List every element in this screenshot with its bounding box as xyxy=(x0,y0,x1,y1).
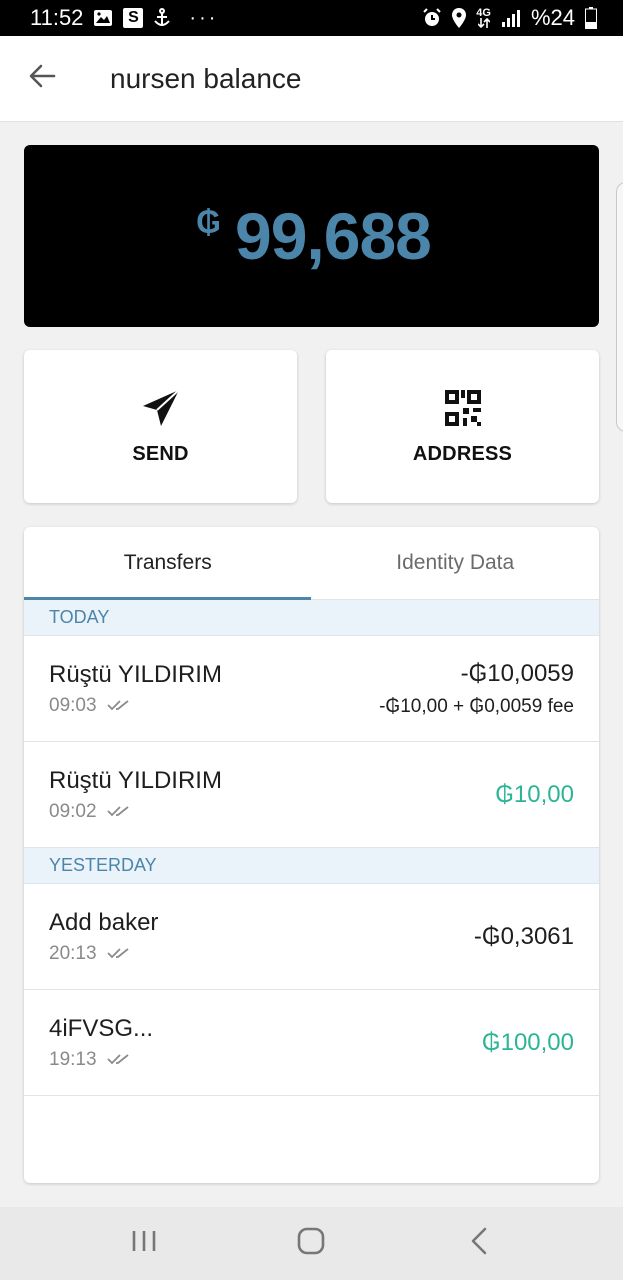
transaction-amount: ₲10,00 xyxy=(495,780,574,808)
address-button[interactable]: ADDRESS xyxy=(326,350,599,503)
transaction-time: 09:03 xyxy=(49,695,222,717)
balance-currency-symbol: ₲ xyxy=(196,204,221,240)
balance-display: ₲ 99,688 xyxy=(196,198,432,274)
nav-back-button[interactable] xyxy=(449,1214,509,1274)
active-tab-indicator xyxy=(24,597,311,600)
s-app-icon: S xyxy=(123,8,144,28)
send-label: SEND xyxy=(132,443,189,465)
send-paper-plane-icon xyxy=(140,387,182,429)
alarm-icon xyxy=(422,8,442,28)
page-title: nursen balance xyxy=(110,62,302,94)
section-header-today: TODAY xyxy=(24,600,599,636)
transaction-fee: -₲10,00 + ₲0,0059 fee xyxy=(379,695,574,717)
status-bar: 11:52 S ··· 4G %24 xyxy=(0,0,623,36)
recents-button[interactable] xyxy=(114,1214,174,1274)
double-check-icon xyxy=(106,695,131,717)
transaction-time-text: 09:02 xyxy=(49,800,97,822)
transaction-row[interactable]: Rüştü YILDIRIM 09:03 -₲10,0059 -₲10,00 +… xyxy=(24,636,599,742)
send-button[interactable]: SEND xyxy=(24,350,297,503)
recents-icon xyxy=(131,1229,157,1258)
transaction-time-text: 20:13 xyxy=(49,942,97,964)
transaction-name: Rüştü YILDIRIM xyxy=(49,766,222,794)
transaction-time-text: 09:03 xyxy=(49,694,97,716)
home-button[interactable] xyxy=(281,1214,341,1274)
transaction-row[interactable]: Rüştü YILDIRIM 09:02 ₲10,00 xyxy=(24,742,599,848)
transaction-name: Add baker xyxy=(49,908,159,936)
transaction-time: 09:02 xyxy=(49,801,222,823)
transaction-name: 4iFVSG... xyxy=(49,1014,154,1042)
tab-transfers[interactable]: Transfers xyxy=(24,527,312,599)
network-4g-icon: 4G xyxy=(476,8,491,28)
status-time: 11:52 xyxy=(30,5,84,30)
balance-amount: 99,688 xyxy=(235,199,432,273)
location-icon xyxy=(452,8,467,28)
transaction-name: Rüştü YILDIRIM xyxy=(49,660,222,688)
section-header-yesterday: YESTERDAY xyxy=(24,848,599,884)
nav-back-icon xyxy=(470,1227,488,1260)
status-left: 11:52 S ··· xyxy=(30,5,218,31)
double-check-icon xyxy=(106,1049,131,1071)
transaction-time-text: 19:13 xyxy=(49,1048,97,1070)
battery-percent: %24 xyxy=(530,5,575,30)
app-bar: nursen balance xyxy=(0,36,623,122)
network-label: 4G xyxy=(476,7,491,19)
balance-card: ₲ 99,688 xyxy=(24,145,599,327)
transaction-time: 19:13 xyxy=(49,1049,153,1071)
anchor-icon xyxy=(153,8,171,28)
transactions-card: Transfers Identity Data TODAY Rüştü YILD… xyxy=(24,527,599,1183)
transaction-row[interactable]: 4iFVSG... 19:13 ₲100,00 xyxy=(24,990,599,1096)
transaction-amount: -₲10,0059 xyxy=(460,659,574,687)
transaction-amount: ₲100,00 xyxy=(481,1028,574,1056)
transaction-amount: -₲0,3061 xyxy=(473,922,574,950)
qr-code-icon xyxy=(442,387,484,429)
transaction-time: 20:13 xyxy=(49,943,158,965)
tab-bar: Transfers Identity Data xyxy=(24,527,599,600)
address-label: ADDRESS xyxy=(412,443,513,465)
home-icon xyxy=(297,1227,325,1260)
double-check-icon xyxy=(106,943,131,965)
back-arrow-icon xyxy=(28,64,56,93)
system-nav-bar xyxy=(0,1207,623,1280)
side-sheet-handle[interactable] xyxy=(616,182,623,432)
tab-identity-data[interactable]: Identity Data xyxy=(312,527,600,599)
status-right: 4G %24 xyxy=(422,5,597,31)
battery-icon xyxy=(585,7,597,29)
back-button[interactable] xyxy=(0,36,84,122)
image-icon xyxy=(93,9,113,27)
double-check-icon xyxy=(106,801,131,823)
transaction-row[interactable]: Add baker 20:13 -₲0,3061 xyxy=(24,884,599,990)
more-dots-icon: ··· xyxy=(189,6,219,29)
signal-icon xyxy=(501,9,521,27)
